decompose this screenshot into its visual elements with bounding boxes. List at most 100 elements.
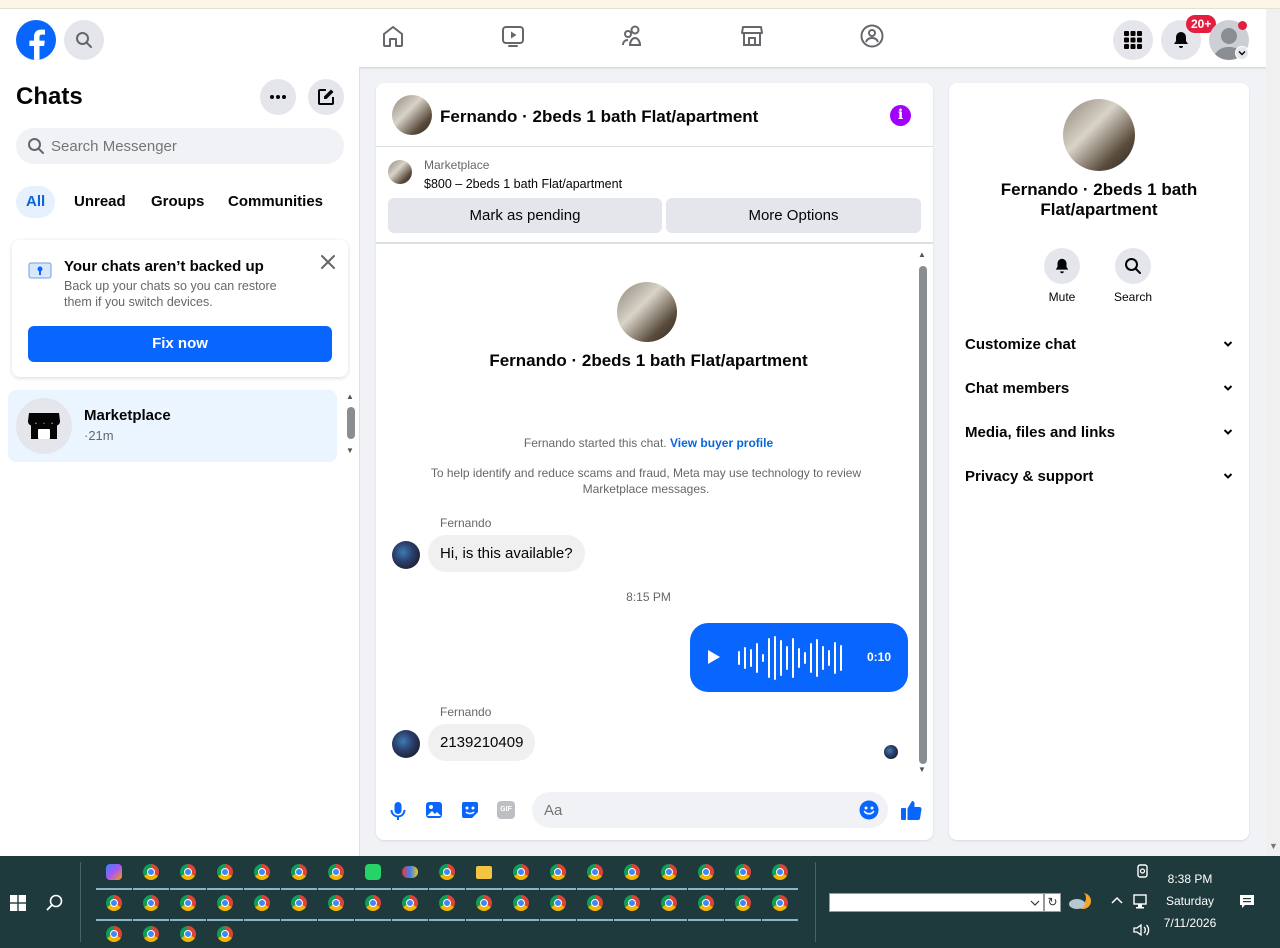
microphone-icon[interactable] [389,801,407,821]
tab-unread[interactable]: Unread [64,186,136,218]
message-input-field[interactable] [532,792,888,828]
video-icon[interactable] [499,22,527,50]
thread-scrollbar[interactable]: ▲ ▼ [917,250,929,776]
folder-app-icon[interactable] [466,860,502,890]
chrome-app-icon[interactable] [133,891,169,921]
clock-day[interactable]: Saturday [1145,894,1235,908]
chrome-app-icon[interactable] [762,891,798,921]
chrome-app-icon[interactable] [540,891,576,921]
chrome-app-icon[interactable] [139,922,163,946]
photo-icon[interactable] [425,801,443,819]
tab-communities[interactable]: Communities [218,186,333,218]
chrome-app-icon[interactable] [207,860,243,890]
chrome-app-icon[interactable] [688,860,724,890]
address-toolbar-field[interactable] [829,893,1044,912]
paint-app-icon[interactable] [392,860,428,890]
sender-avatar[interactable] [392,541,420,569]
chrome-app-icon[interactable] [614,860,650,890]
taskbar-search-icon[interactable] [46,894,64,912]
sidebar-scrollbar[interactable]: ▲ ▼ [345,392,357,460]
mute-button[interactable]: Mute [1034,248,1090,304]
chrome-app-icon[interactable] [540,860,576,890]
notification-center-icon[interactable] [1239,894,1255,910]
chrome-app-icon[interactable] [577,891,613,921]
friends-icon[interactable] [619,22,647,50]
windows-start-icon[interactable] [10,895,26,911]
tab-all[interactable]: All [16,186,56,218]
refresh-icon[interactable]: ↻ [1044,893,1061,912]
search-button[interactable] [64,20,104,60]
home-icon[interactable] [379,22,407,50]
chrome-app-icon[interactable] [318,860,354,890]
chrome-app-icon[interactable] [281,891,317,921]
chrome-app-icon[interactable] [577,860,613,890]
chrome-app-icon[interactable] [614,891,650,921]
marketplace-icon[interactable] [738,22,766,50]
whatsapp-app-icon[interactable] [355,860,391,890]
emoji-icon[interactable] [859,800,879,820]
sender-avatar[interactable] [392,730,420,758]
privacy-support-section[interactable]: Privacy & support [965,462,1233,490]
weather-icon[interactable] [1068,889,1092,913]
chevron-down-icon[interactable] [1235,46,1249,60]
chrome-app-icon[interactable] [392,891,428,921]
header-title[interactable]: Fernando · 2beds 1 bath Flat/apartment [440,107,758,127]
media-files-links-section[interactable]: Media, files and links [965,418,1233,446]
listing-title[interactable]: $800 – 2beds 1 bath Flat/apartment [424,177,622,191]
chrome-app-icon[interactable] [207,891,243,921]
chrome-app-icon[interactable] [651,860,687,890]
chrome-app-icon[interactable] [318,891,354,921]
clock-date[interactable]: 7/11/2026 [1145,916,1235,930]
chrome-app-icon[interactable] [170,860,206,890]
chat-list-item-marketplace[interactable]: Marketplace ·21m [8,390,337,462]
more-options-button[interactable] [260,79,296,115]
like-icon[interactable] [900,799,922,821]
facebook-logo-icon[interactable] [16,20,56,60]
sticker-icon[interactable] [460,801,480,819]
page-scrollbar[interactable]: ▼ [1266,9,1280,856]
customize-chat-section[interactable]: Customize chat [965,330,1233,358]
search-input[interactable] [51,128,336,164]
clock-time[interactable]: 8:38 PM [1145,872,1235,886]
chrome-app-icon[interactable] [244,891,280,921]
mark-as-pending-button[interactable]: Mark as pending [388,198,662,233]
info-icon[interactable]: i [890,105,911,126]
chrome-app-icon[interactable] [725,891,761,921]
menu-button[interactable] [1113,20,1153,60]
new-message-button[interactable] [308,79,344,115]
message-bubble[interactable]: 2139210409 [428,724,536,761]
chrome-app-icon[interactable] [503,860,539,890]
play-icon[interactable] [707,649,721,665]
chrome-app-icon[interactable] [213,922,237,946]
chrome-app-icon[interactable] [355,891,391,921]
chevron-up-icon[interactable] [1111,896,1123,904]
chrome-app-icon[interactable] [725,860,761,890]
tab-groups[interactable]: Groups [141,186,214,218]
chrome-app-icon[interactable] [96,891,132,921]
chrome-app-icon[interactable] [170,891,206,921]
chrome-app-icon[interactable] [688,891,724,921]
chrome-app-icon[interactable] [429,891,465,921]
groups-icon[interactable] [858,22,886,50]
copilot-app-icon[interactable] [96,860,132,890]
chrome-app-icon[interactable] [503,891,539,921]
info-avatar[interactable] [1063,99,1135,171]
message-bubble[interactable]: Hi, is this available? [428,535,585,572]
gif-icon[interactable]: GIF [497,801,515,819]
chat-members-section[interactable]: Chat members [965,374,1233,402]
header-avatar[interactable] [392,95,432,135]
chrome-app-icon[interactable] [466,891,502,921]
close-icon[interactable] [318,252,338,272]
chevron-down-icon[interactable] [1030,899,1040,907]
chrome-app-icon[interactable] [102,922,126,946]
voice-message-bubble[interactable]: 0:10 [690,623,908,692]
chrome-app-icon[interactable] [281,860,317,890]
fix-now-button[interactable]: Fix now [28,326,332,362]
chrome-app-icon[interactable] [762,860,798,890]
chrome-app-icon[interactable] [176,922,200,946]
more-options-listing-button[interactable]: More Options [666,198,921,233]
chrome-app-icon[interactable] [244,860,280,890]
chrome-app-icon[interactable] [651,891,687,921]
message-input[interactable] [544,792,844,828]
chrome-app-icon[interactable] [429,860,465,890]
